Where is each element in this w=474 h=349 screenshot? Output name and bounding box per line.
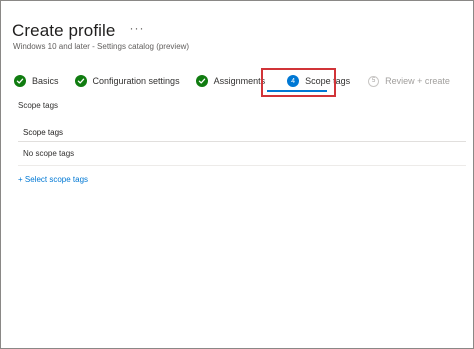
step-configuration-settings[interactable]: Configuration settings <box>74 71 180 91</box>
title-row: Create profile ··· <box>12 21 144 41</box>
wizard-steps: Basics Configuration settings Assignment… <box>14 71 466 91</box>
step-label: Review + create <box>385 76 450 86</box>
active-step-highlight <box>261 68 336 97</box>
table-header: Scope tags <box>18 123 466 142</box>
checkmark-icon <box>195 75 208 87</box>
checkmark-icon <box>74 75 87 87</box>
step-number-badge: 5 <box>368 75 380 87</box>
table-row: No scope tags <box>18 142 466 166</box>
page-frame: Create profile ··· Windows 10 and later … <box>0 0 474 349</box>
step-review-create[interactable]: 5 Review + create <box>368 71 450 91</box>
more-options-button[interactable]: ··· <box>129 22 144 34</box>
step-assignments[interactable]: Assignments <box>195 71 266 91</box>
scope-tags-table: Scope tags No scope tags <box>18 123 466 166</box>
step-label: Assignments <box>213 76 266 86</box>
step-label: Configuration settings <box>92 76 180 86</box>
section-heading: Scope tags <box>18 101 59 110</box>
page-title: Create profile <box>12 21 116 40</box>
page-subtitle: Windows 10 and later - Settings catalog … <box>13 42 190 51</box>
checkmark-icon <box>14 75 26 87</box>
select-scope-tags-link[interactable]: + Select scope tags <box>18 175 88 184</box>
step-basics[interactable]: Basics <box>14 71 59 91</box>
step-label: Basics <box>32 76 59 86</box>
